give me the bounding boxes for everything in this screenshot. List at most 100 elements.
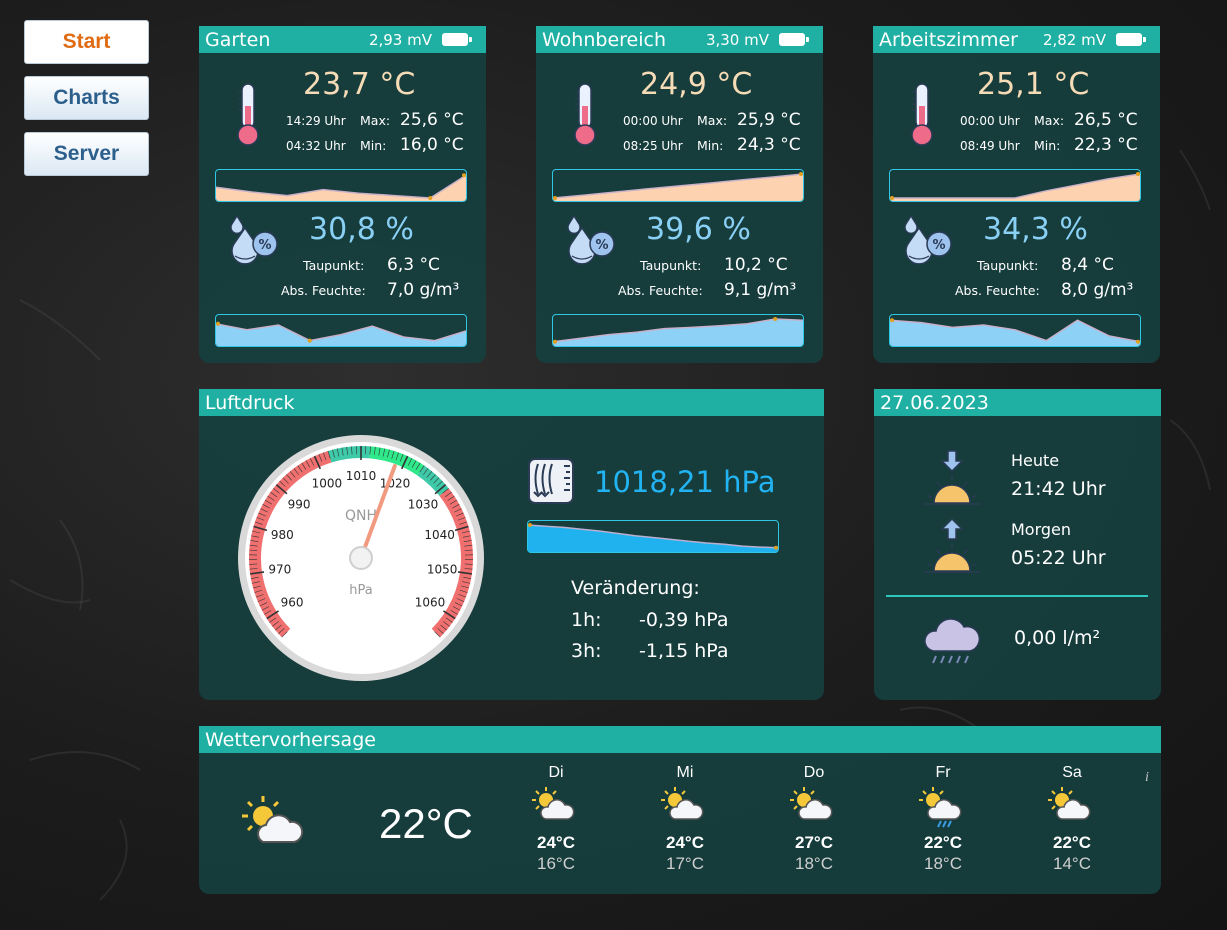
forecast-day-di: Di 24°C 16°C	[506, 764, 606, 884]
forecast-low-temp: 14°C	[1053, 854, 1091, 873]
info-icon[interactable]: i	[1145, 770, 1149, 786]
nav-charts-button[interactable]: Charts	[24, 76, 149, 120]
humidity-trend-chart[interactable]	[552, 314, 804, 347]
pressure-gauge: 960 970 980 990100010101020 1030 1040 1050 1060…	[238, 435, 484, 681]
forecast-day-mi: Mi 24°C 17°C	[635, 764, 735, 884]
current-temperature: 22°C	[379, 800, 473, 847]
forecast-day-name: Sa	[1062, 764, 1082, 781]
temperature-trend-chart[interactable]	[889, 169, 1141, 202]
abs-humidity-value: 9,1 g/m³	[724, 280, 797, 300]
max-label: Max:	[360, 113, 391, 128]
forecast-panel: Wettervorhersage 22°C i Di 24°C 16°C Mi 24°C…	[199, 726, 1161, 894]
sunrise-label: Morgen	[1011, 520, 1072, 539]
forecast-high-temp: 22°C	[1053, 833, 1091, 852]
temp-trend-extreme-point	[428, 196, 433, 200]
room-panel-garten: Garten 2,93 mV 23,7 °C 14:29 Uhr Max: 25,6 °C…	[199, 26, 486, 363]
sun-panel-header: 27.06.2023	[874, 389, 1161, 416]
pressure-panel-header: Luftdruck	[199, 389, 824, 416]
gauge-scale-label: 960	[281, 595, 304, 609]
forecast-panel-header: Wettervorhersage	[199, 726, 1161, 753]
battery-voltage: 3,30 mV	[705, 30, 769, 49]
min-time: 08:49 Uhr	[960, 139, 1020, 153]
sunset-label: Heute	[1011, 451, 1060, 470]
humidity-icon: %	[564, 214, 618, 278]
max-label: Max:	[1034, 113, 1065, 128]
date-label: 27.06.2023	[880, 391, 989, 414]
rain-shower-icon	[893, 786, 993, 830]
forecast-low-temp: 18°C	[795, 854, 833, 873]
gauge-scale-label: 1060	[415, 595, 446, 609]
room-humidity: 34,3 %	[983, 212, 1088, 247]
humidity-trend-extreme-point	[307, 338, 312, 343]
current-weather-partly-cloudy-icon	[242, 796, 304, 843]
nav-server-button[interactable]: Server	[24, 132, 149, 176]
pressure-change-1h-label: 1h:	[571, 609, 602, 631]
temperature-trend-chart[interactable]	[552, 169, 804, 202]
forecast-day-name: Do	[803, 764, 825, 781]
temperature-trend-chart[interactable]	[215, 169, 467, 202]
forecast-high-temp: 27°C	[795, 833, 833, 852]
room-temperature: 24,9 °C	[640, 67, 753, 102]
battery-voltage: 2,93 mV	[368, 30, 432, 49]
pressure-trend-extreme-point	[528, 523, 532, 527]
room-humidity: 39,6 %	[646, 212, 751, 247]
humidity-trend-chart[interactable]	[215, 314, 467, 347]
humidity-trend-chart[interactable]	[889, 314, 1141, 347]
abs-humidity-value: 7,0 g/m³	[387, 280, 460, 300]
sunrise-time: 05:22 Uhr	[1011, 547, 1106, 569]
pressure-trend-extreme-point	[774, 545, 778, 550]
humidity-trend-extreme-point	[890, 318, 894, 323]
sunset-time: 21:42 Uhr	[1011, 478, 1106, 500]
partly-cloudy-icon	[1022, 786, 1122, 830]
pressure-change-1h-value: -0,39 hPa	[639, 609, 729, 631]
min-temperature: 22,3 °C	[1074, 135, 1138, 155]
abs-humidity-label: Abs. Feuchte:	[955, 283, 1040, 298]
pressure-trend-chart[interactable]	[527, 520, 779, 553]
gauge-scale-label: 1020	[380, 476, 411, 490]
partly-cloudy-icon	[506, 786, 606, 830]
pressure-panel: Luftdruck 960 970 980 990 1000 1010 1020 1030 10…	[199, 389, 824, 700]
temp-trend-extreme-point	[799, 172, 803, 176]
forecast-day-name: Fr	[935, 764, 951, 781]
nav-start-button[interactable]: Start	[24, 20, 149, 64]
pressure-title: Luftdruck	[205, 391, 295, 414]
temp-trend-area	[890, 174, 1140, 201]
gauge-needle-hub	[349, 546, 373, 570]
min-time: 04:32 Uhr	[286, 139, 346, 153]
gauge-scale-label: 1000	[312, 476, 343, 490]
gauge-scale-label: 990	[288, 497, 311, 511]
room-panel-header: Garten 2,93 mV	[199, 26, 486, 53]
svg-text:%: %	[595, 238, 608, 253]
forecast-day-fr: Fr 22°C 18°C	[893, 764, 993, 884]
gauge-scale-label: 1030	[408, 497, 439, 511]
room-panel-header: Arbeitszimmer 2,82 mV	[873, 26, 1160, 53]
sun-divider	[886, 595, 1148, 597]
max-temperature: 25,9 °C	[737, 110, 801, 130]
room-name: Arbeitszimmer	[879, 28, 1018, 51]
gauge-center-label: QNH	[345, 508, 377, 524]
max-temperature: 26,5 °C	[1074, 110, 1138, 130]
sunset-icon	[924, 450, 980, 505]
gauge-scale-label: 1040	[424, 528, 455, 542]
forecast-day-do: Do 27°C 18°C	[764, 764, 864, 884]
min-label: Min:	[1034, 138, 1061, 153]
dew-point-label: Taupunkt:	[977, 258, 1039, 273]
max-time: 00:00 Uhr	[623, 114, 683, 128]
rain-cloud-icon	[924, 618, 981, 664]
humidity-icon: %	[901, 214, 955, 278]
barometer-icon	[528, 458, 574, 504]
gauge-scale-label: 980	[271, 528, 294, 542]
pressure-change-title: Veränderung:	[571, 577, 700, 599]
dew-point-label: Taupunkt:	[640, 258, 702, 273]
pressure-value: 1018,21 hPa	[594, 465, 776, 499]
min-temperature: 16,0 °C	[400, 135, 464, 155]
gauge-scale-label: 1050	[427, 563, 458, 577]
forecast-title: Wettervorhersage	[205, 728, 376, 751]
min-label: Min:	[697, 138, 724, 153]
forecast-day-sa: Sa 22°C 14°C	[1022, 764, 1122, 884]
humidity-trend-extreme-point	[216, 321, 220, 326]
thermometer-icon	[570, 82, 600, 152]
dew-point-value: 6,3 °C	[387, 255, 440, 275]
partly-cloudy-icon	[635, 786, 735, 830]
min-label: Min:	[360, 138, 387, 153]
